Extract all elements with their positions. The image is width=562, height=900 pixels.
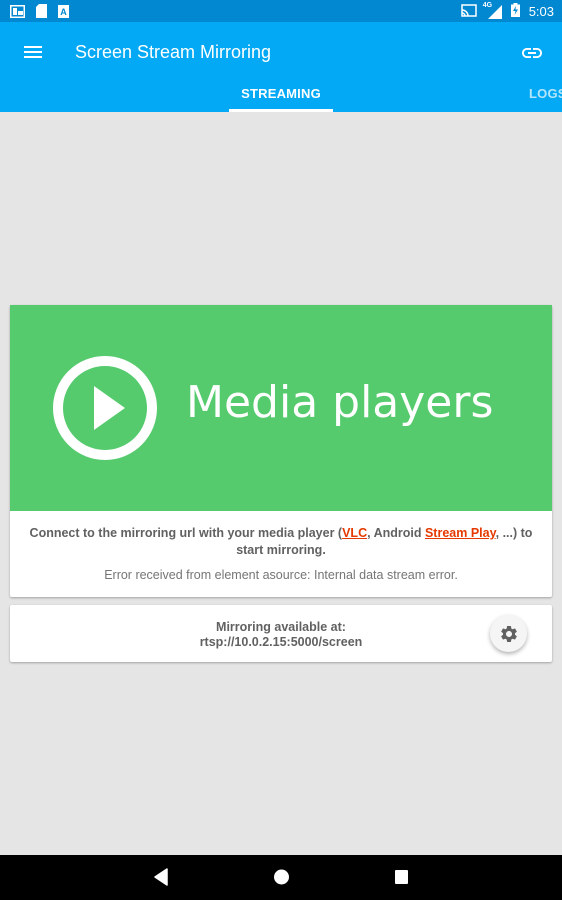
app-title: Screen Stream Mirroring (75, 42, 272, 62)
app-bar: Screen Stream Mirroring STREAMING LOGS (0, 22, 562, 112)
tab-streaming[interactable]: STREAMING (229, 86, 333, 101)
media-players-banner[interactable]: Media players (10, 305, 552, 511)
sd-card-icon (36, 4, 47, 23)
back-icon[interactable] (154, 868, 168, 891)
battery-charging-icon (510, 3, 520, 20)
mirroring-label: Mirroring available at: (216, 620, 346, 634)
home-icon[interactable] (273, 868, 290, 891)
svg-text:A: A (60, 7, 67, 17)
mirroring-url-card: Mirroring available at: rtsp://10.0.2.15… (10, 605, 552, 662)
clock: 5:03 (528, 4, 554, 19)
settings-button[interactable] (490, 615, 527, 652)
media-players-card: Media players Connect to the mirroring u… (10, 305, 552, 597)
network-type-label: 4G (482, 1, 493, 9)
hamburger-menu-icon[interactable] (20, 41, 48, 65)
error-message: Error received from element asource: Int… (104, 568, 458, 582)
active-tab-indicator (229, 109, 333, 112)
tab-logs[interactable]: LOGS (529, 86, 562, 101)
gear-icon (500, 625, 517, 642)
play-circle-icon (53, 356, 157, 460)
connect-prefix: Connect to the mirroring url with your m… (29, 526, 343, 540)
tab-bar: STREAMING LOGS (0, 78, 562, 112)
vlc-link[interactable]: VLC (342, 526, 367, 540)
stream-play-link[interactable]: Stream Play (425, 526, 496, 540)
link-icon[interactable] (520, 41, 544, 65)
mirroring-url[interactable]: rtsp://10.0.2.15:5000/screen (10, 635, 552, 649)
cast-icon (460, 3, 477, 20)
navigation-bar (0, 855, 562, 900)
connect-middle: , Android (367, 526, 425, 540)
recent-apps-icon[interactable] (394, 868, 409, 891)
screen-mirror-icon (10, 4, 25, 23)
status-bar: A 4G 5:03 (0, 0, 562, 22)
signal-4g-icon: 4G (482, 1, 502, 19)
font-a-icon: A (58, 4, 69, 23)
connect-instructions: Connect to the mirroring url with your m… (10, 525, 552, 559)
banner-title: Media players (186, 377, 494, 428)
